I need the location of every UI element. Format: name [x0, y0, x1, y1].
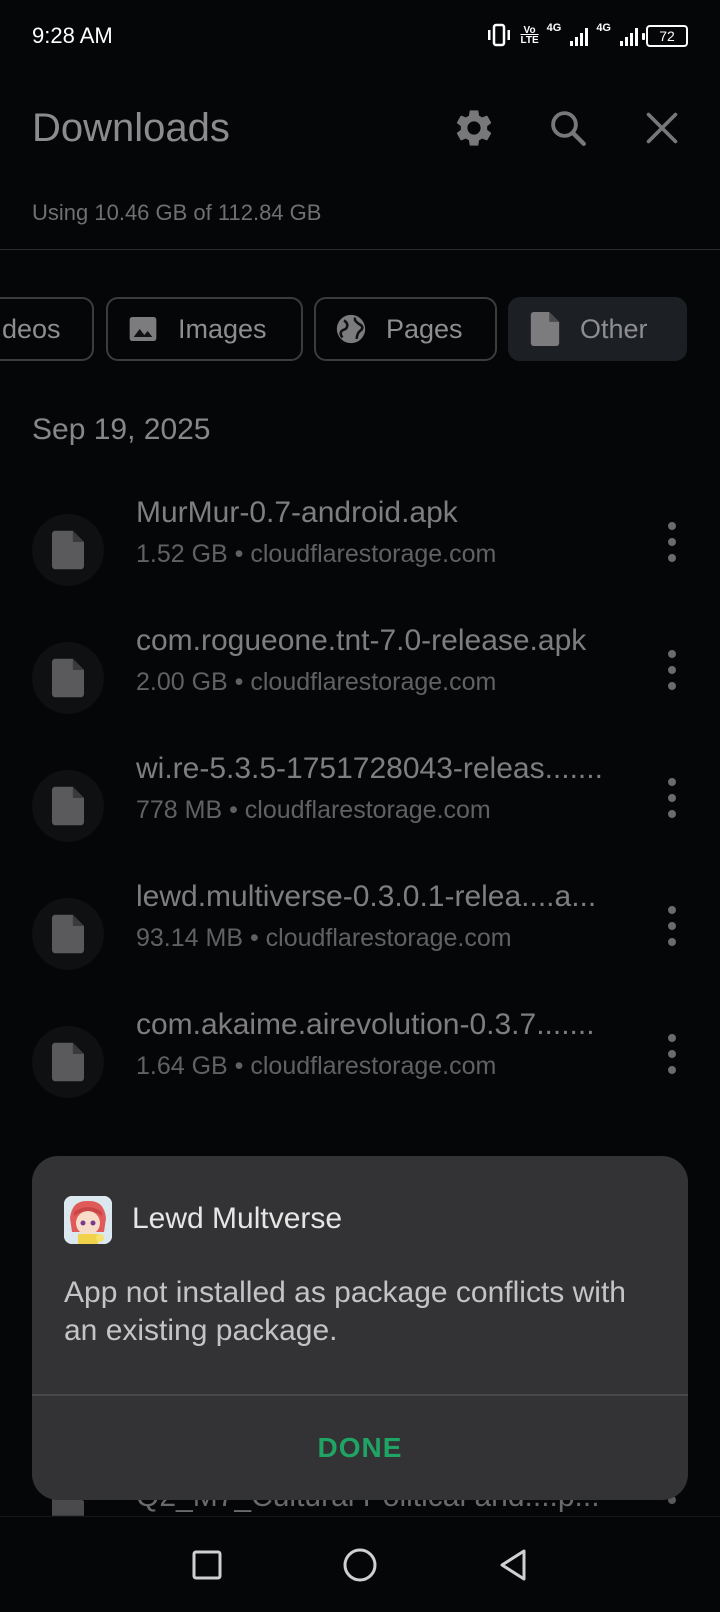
- chip-pages[interactable]: Pages: [314, 297, 497, 361]
- chip-label: Other: [580, 313, 648, 344]
- globe-icon: [334, 312, 368, 346]
- recents-icon: [192, 1550, 222, 1579]
- battery-icon: 72: [642, 25, 688, 47]
- search-icon: [551, 111, 586, 146]
- vibrate-icon: [486, 23, 512, 50]
- status-icons: Vo LTE 4G 4G 72: [486, 21, 688, 50]
- more-options-button[interactable]: [664, 906, 680, 946]
- file-name: com.rogueone.tnt-7.0-release.apk: [136, 624, 587, 657]
- chip-other[interactable]: Other: [508, 297, 687, 361]
- download-row[interactable]: com.akaime.airevolution-0.3.7....... 1.6…: [0, 1008, 720, 1118]
- download-row[interactable]: MurMur-0.7-android.apk 1.52 GB • cloudfl…: [0, 496, 720, 606]
- file-icon: [32, 770, 104, 842]
- search-button[interactable]: [536, 96, 600, 160]
- file-icon: [32, 642, 104, 714]
- file-meta: 2.00 GB • cloudflarestorage.com: [136, 668, 497, 696]
- header-divider: [0, 249, 720, 250]
- chip-label: deos: [2, 313, 61, 344]
- settings-button[interactable]: [442, 96, 506, 160]
- dialog-message: App not installed as package conflicts w…: [64, 1276, 626, 1347]
- status-time: 9:28 AM: [32, 23, 113, 48]
- more-options-button[interactable]: [664, 522, 680, 562]
- chip-images[interactable]: Images: [106, 297, 303, 361]
- back-icon: [500, 1549, 526, 1580]
- navigation-bar: [0, 1516, 720, 1612]
- close-icon: [646, 112, 678, 144]
- gear-icon: [456, 110, 492, 146]
- chip-label: Pages: [386, 313, 463, 344]
- image-icon: [126, 312, 160, 346]
- chip-videos[interactable]: deos: [0, 297, 94, 361]
- volte-indicator: Vo LTE: [520, 26, 538, 46]
- file-meta: 778 MB • cloudflarestorage.com: [136, 796, 491, 824]
- file-icon: [32, 898, 104, 970]
- download-row[interactable]: wi.re-5.3.5-1751728043-releas....... 778…: [0, 752, 720, 862]
- recents-button[interactable]: [177, 1535, 237, 1595]
- battery-level: 72: [659, 28, 675, 44]
- network-type-2: 4G: [596, 21, 611, 34]
- app-header: Downloads: [0, 88, 720, 168]
- download-row[interactable]: lewd.multiverse-0.3.0.1-relea....a... 93…: [0, 880, 720, 990]
- file-name: lewd.multiverse-0.3.0.1-relea....a...: [136, 880, 597, 913]
- more-options-button[interactable]: [664, 778, 680, 818]
- install-error-dialog: Lewd Multverse App not installed as pack…: [32, 1156, 688, 1500]
- network-type-1: 4G: [546, 21, 562, 34]
- signal-icon-1: [570, 26, 589, 46]
- file-meta: 93.14 MB • cloudflarestorage.com: [136, 924, 512, 952]
- signal-icon-2: [620, 26, 638, 46]
- download-row[interactable]: com.rogueone.tnt-7.0-release.apk 2.00 GB…: [0, 624, 720, 734]
- file-icon: [32, 514, 104, 586]
- file-name: com.akaime.airevolution-0.3.7.......: [136, 1008, 595, 1041]
- more-options-button[interactable]: [664, 650, 680, 690]
- dialog-title: Lewd Multverse: [132, 1202, 343, 1235]
- home-button[interactable]: [330, 1535, 390, 1595]
- more-options-button[interactable]: [664, 1034, 680, 1074]
- storage-usage: Using 10.46 GB of 112.84 GB: [32, 200, 322, 225]
- home-icon: [343, 1548, 377, 1581]
- file-icon: [32, 1026, 104, 1098]
- file-name: wi.re-5.3.5-1751728043-releas.......: [136, 752, 603, 785]
- file-meta: 1.64 GB • cloudflarestorage.com: [136, 1052, 497, 1080]
- back-button[interactable]: [483, 1535, 543, 1595]
- status-bar: 9:28 AM Vo LTE 4G 4G 72: [0, 0, 720, 72]
- date-header: Sep 19, 2025: [32, 413, 211, 446]
- volte-bottom: LTE: [520, 35, 539, 46]
- file-meta: 1.52 GB • cloudflarestorage.com: [136, 540, 497, 568]
- file-icon: [528, 312, 562, 346]
- close-button[interactable]: [630, 96, 694, 160]
- done-button[interactable]: DONE: [32, 1396, 688, 1500]
- page-title: Downloads: [32, 105, 230, 150]
- filter-chips: deos Images Pages Other: [0, 297, 720, 361]
- chip-label: Images: [178, 313, 267, 344]
- app-icon: [64, 1196, 112, 1244]
- file-name: MurMur-0.7-android.apk: [136, 496, 458, 529]
